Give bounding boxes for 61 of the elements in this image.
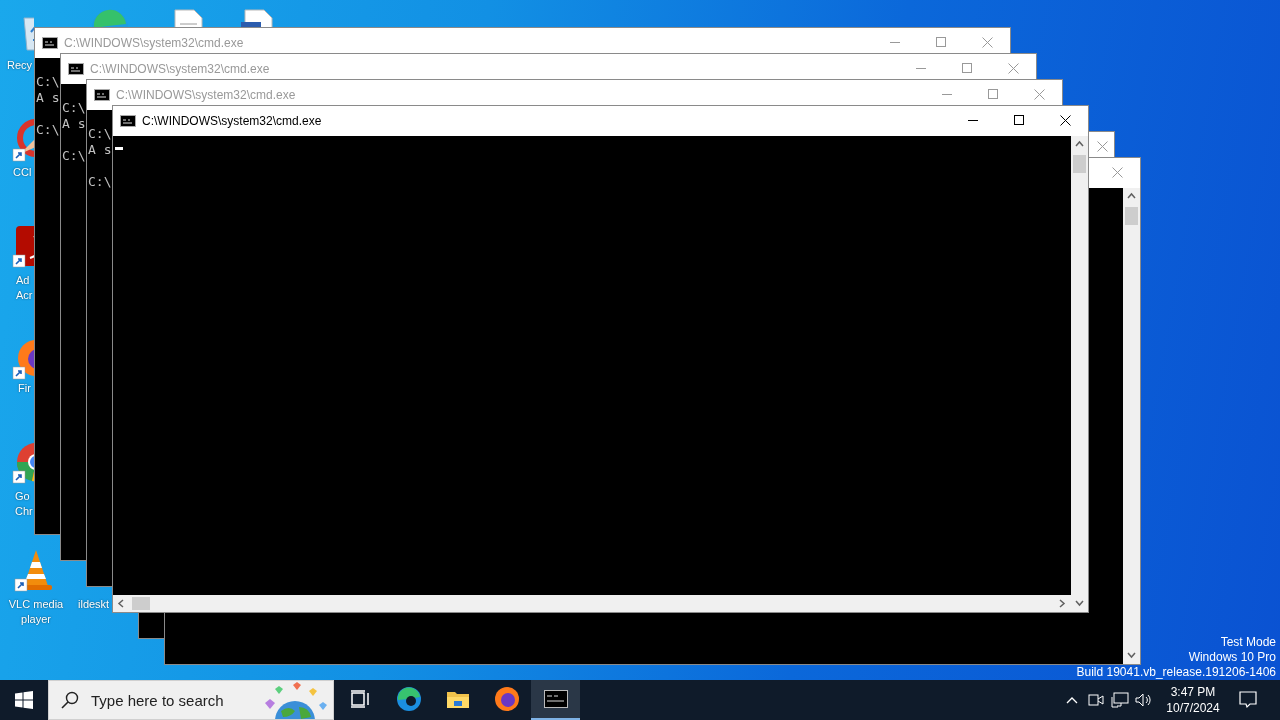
monitor-icon	[1111, 692, 1129, 708]
console-line: A s	[36, 90, 60, 106]
task-view-icon	[349, 690, 370, 708]
console-line: C:\	[62, 100, 86, 116]
close-icon	[1111, 166, 1123, 178]
console-line: A s	[88, 142, 112, 158]
console-icon	[42, 37, 58, 49]
firefox-icon	[493, 686, 520, 712]
console-icon	[120, 115, 136, 127]
close-icon	[1033, 88, 1045, 100]
console-icon	[68, 63, 84, 75]
window-title: C:\WINDOWS\system32\cmd.exe	[90, 62, 271, 76]
edge-icon	[395, 686, 422, 712]
close-icon	[1059, 114, 1071, 126]
close-icon	[981, 36, 993, 48]
search-bar[interactable]: Type here to search	[48, 680, 334, 720]
window-title: C:\WINDOWS\system32\cmd.exe	[64, 36, 245, 50]
desktop-icon-label[interactable]: VLC media player	[0, 597, 72, 627]
console-line: C:\	[88, 126, 112, 142]
horizontal-scrollbar[interactable]	[113, 595, 1071, 612]
window-title: C:\WINDOWS\system32\cmd.exe	[116, 88, 297, 102]
windows-logo-icon	[15, 691, 33, 709]
maximize-icon	[962, 63, 972, 73]
console-line: C:\	[62, 148, 86, 164]
chevron-up-icon	[1066, 696, 1078, 704]
acrobat-icon[interactable]	[12, 224, 34, 268]
scroll-thumb[interactable]	[1125, 207, 1138, 225]
maximize-icon	[1014, 115, 1024, 125]
scroll-thumb[interactable]	[1073, 155, 1086, 173]
clock[interactable]: 3:47 PM 10/7/2024	[1162, 680, 1224, 720]
maximize-icon	[988, 89, 998, 99]
desktop-icon-label[interactable]: ildeskt	[78, 597, 110, 612]
folder-icon	[445, 689, 470, 709]
ccleaner-icon[interactable]	[12, 118, 34, 162]
vertical-scrollbar[interactable]	[1071, 136, 1088, 612]
desktop-icon-label[interactable]: CCl	[13, 165, 32, 180]
taskbar-app-button[interactable]	[531, 680, 580, 720]
speaker-icon	[1135, 692, 1153, 708]
vertical-scrollbar[interactable]	[1123, 188, 1140, 664]
close-icon	[1096, 140, 1108, 152]
system-info-text: Windows 10 Pro	[1188, 650, 1276, 665]
close-icon	[1007, 62, 1019, 74]
scroll-thumb[interactable]	[132, 597, 150, 610]
speech-bubble-icon	[1239, 691, 1257, 709]
console-icon	[543, 690, 568, 708]
maximize-icon	[936, 37, 946, 47]
camera-icon	[1088, 693, 1104, 707]
desktop-icon-label[interactable]: Recy	[7, 58, 33, 73]
desktop-icon-label[interactable]: Go Chr	[15, 489, 33, 519]
search-icon	[61, 691, 79, 709]
console-line: C:\	[36, 74, 60, 90]
window-title: C:\WINDOWS\system32\cmd.exe	[142, 114, 323, 128]
console-icon	[94, 89, 110, 101]
desktop-icon-label[interactable]: Fir	[18, 381, 31, 396]
console-line: C:\	[88, 174, 112, 190]
search-field[interactable]: Type here to search	[91, 691, 261, 709]
system-info-text: Build 19041.vb_release.191206-1406	[1076, 665, 1276, 680]
console-line: A s	[62, 116, 86, 132]
system-info-text: Test Mode	[1220, 635, 1276, 650]
console-line: C:\	[36, 122, 60, 138]
desktop-icon-label[interactable]: Ad Acr	[16, 273, 33, 303]
